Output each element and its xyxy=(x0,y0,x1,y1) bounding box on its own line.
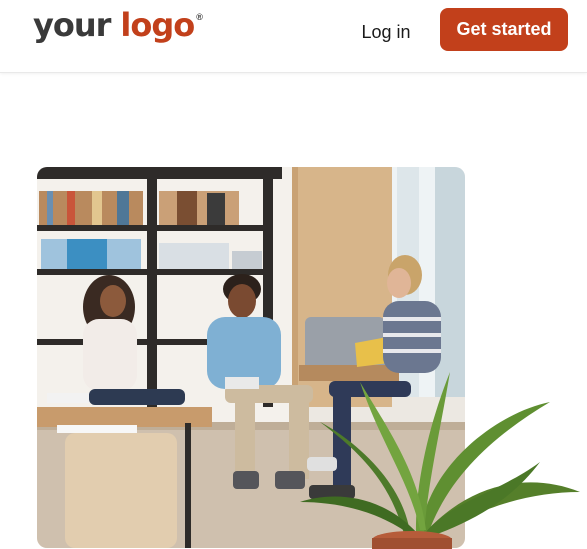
logo-word-logo: logo xyxy=(120,6,195,44)
potted-plant-icon xyxy=(300,372,580,549)
brand-logo[interactable]: your logo ® xyxy=(33,6,203,52)
get-started-button[interactable]: Get started xyxy=(440,8,568,51)
logo-word-your: your xyxy=(33,6,111,44)
registered-mark: ® xyxy=(196,12,203,22)
site-header: your logo ® Log in Get started xyxy=(0,0,587,73)
login-link[interactable]: Log in xyxy=(357,18,415,46)
